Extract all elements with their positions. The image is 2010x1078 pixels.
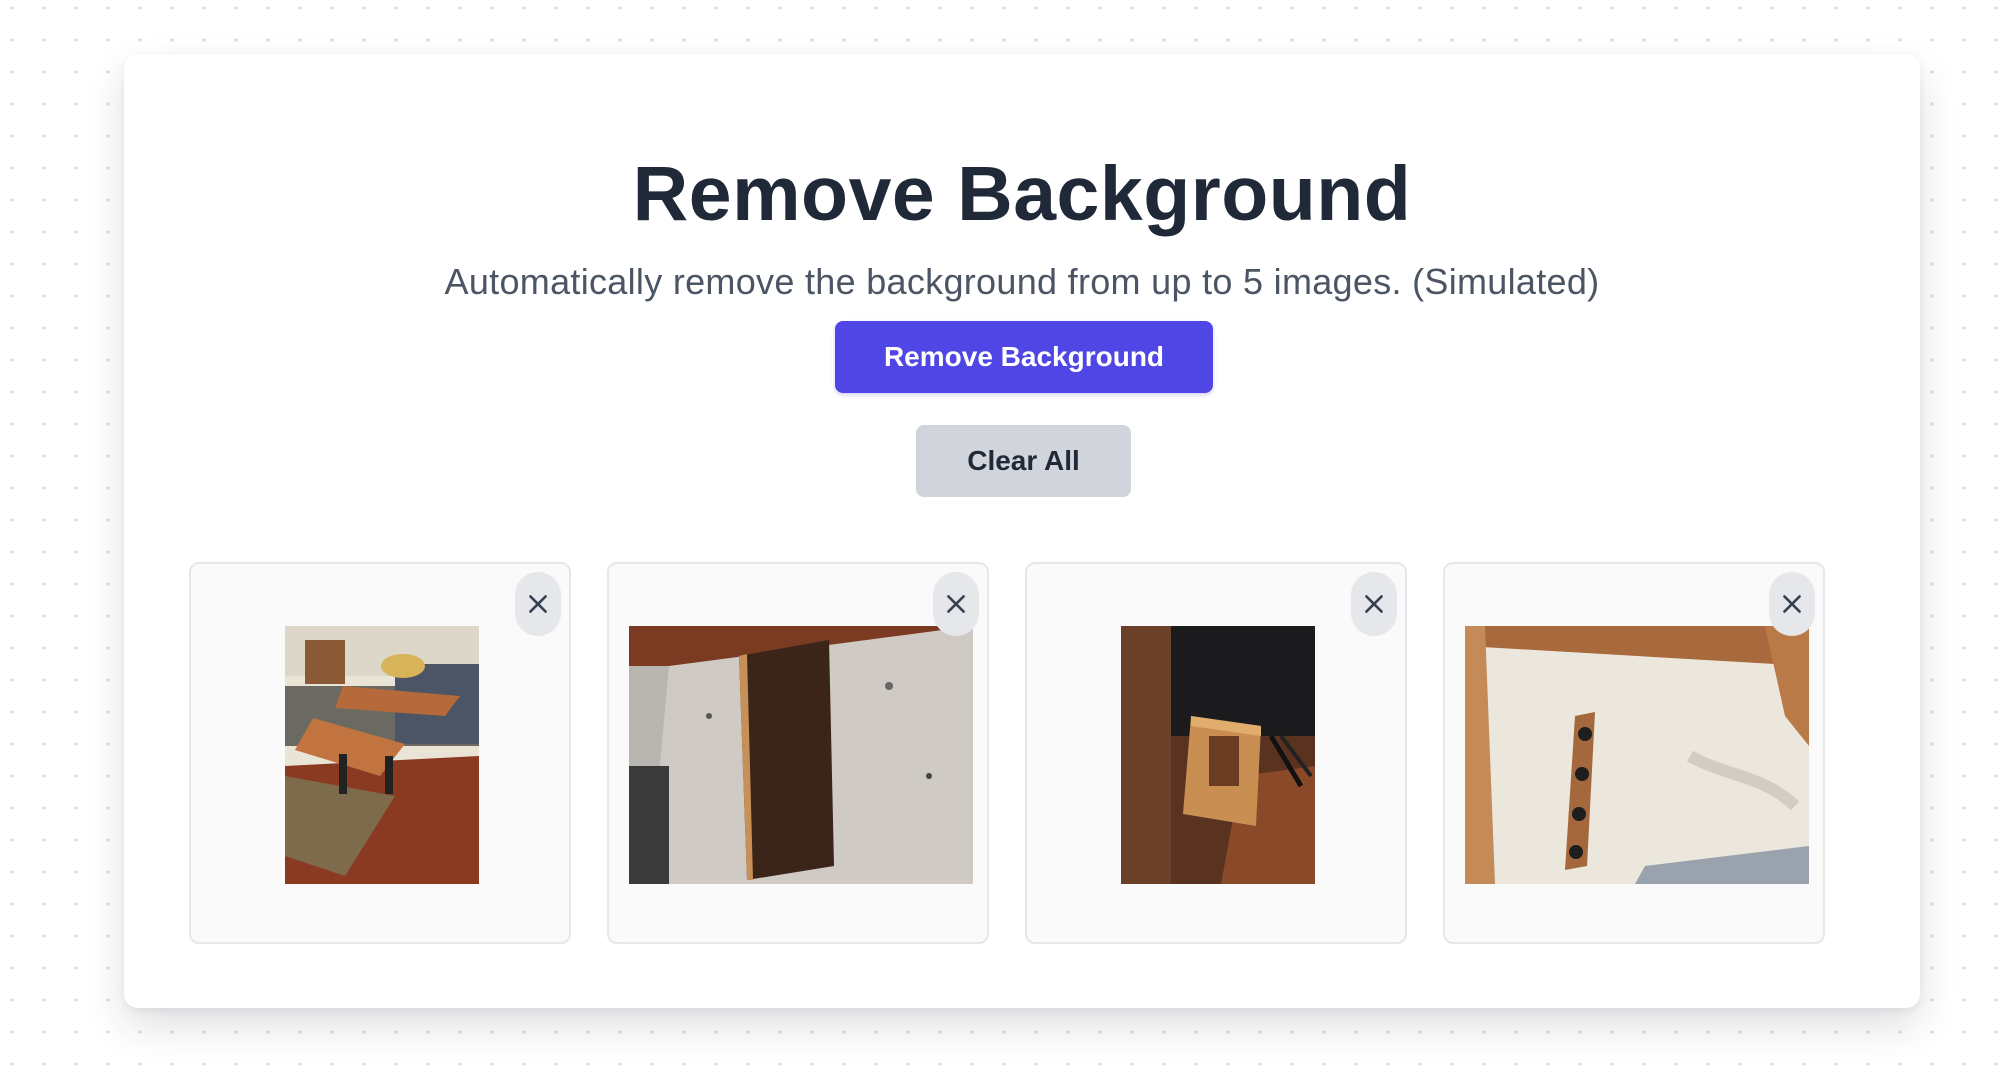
clear-all-button[interactable]: Clear All	[916, 425, 1131, 497]
close-icon	[1365, 595, 1383, 613]
remove-image-button[interactable]	[1769, 572, 1815, 636]
close-icon	[947, 595, 965, 613]
remove-image-button[interactable]	[1351, 572, 1397, 636]
page-subtitle: Automatically remove the background from…	[444, 261, 1600, 302]
close-icon	[529, 595, 547, 613]
coffee-table-image	[285, 626, 479, 884]
cutting-board-image	[629, 626, 973, 884]
image-thumbnail-cutting-board	[629, 626, 973, 884]
organizer-box-image	[1121, 626, 1315, 884]
image-tile	[607, 562, 989, 944]
main-card: Remove Background Automatically remove t…	[124, 54, 1920, 1008]
image-tile	[189, 562, 571, 944]
hook-rack-image	[1465, 626, 1809, 884]
image-thumbnail-organizer-box	[1121, 626, 1315, 884]
image-tile	[1025, 562, 1407, 944]
image-thumbnail-coffee-table	[285, 626, 479, 884]
image-thumbnail-hook-rack	[1465, 626, 1809, 884]
page-title: Remove Background	[632, 151, 1412, 237]
remove-image-button[interactable]	[933, 572, 979, 636]
close-icon	[1783, 595, 1801, 613]
image-tile	[1443, 562, 1825, 944]
remove-image-button[interactable]	[515, 572, 561, 636]
remove-background-button[interactable]: Remove Background	[835, 321, 1213, 393]
